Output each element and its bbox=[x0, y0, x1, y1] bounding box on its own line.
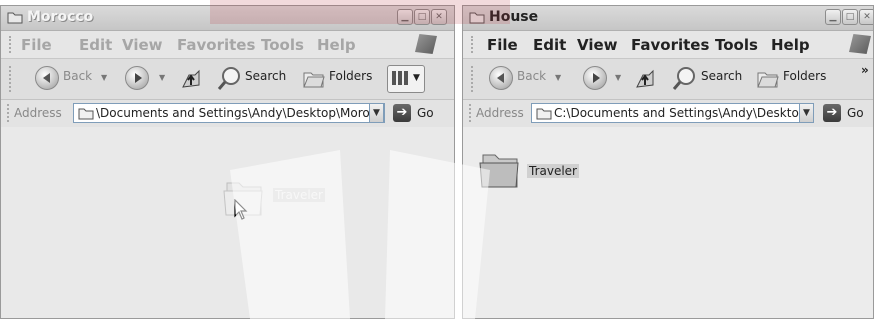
windows-logo-icon bbox=[415, 34, 437, 54]
up-folder-icon[interactable] bbox=[179, 67, 203, 91]
folders-button-label[interactable]: Folders bbox=[329, 69, 372, 83]
chevron-down-icon[interactable]: ▼ bbox=[555, 73, 561, 82]
windows-logo-icon bbox=[849, 34, 871, 54]
forward-arrow-icon[interactable] bbox=[125, 66, 149, 90]
standard-toolbar: Back ▼ ▼ Search Folders » bbox=[463, 59, 873, 100]
address-bar: Address C:\Documents and Settings\Andy\D… bbox=[463, 100, 873, 128]
back-arrow-icon[interactable] bbox=[489, 66, 513, 90]
go-arrow-icon[interactable]: ➔ bbox=[823, 104, 841, 122]
menu-file[interactable]: File bbox=[21, 36, 52, 54]
search-button-label[interactable]: Search bbox=[701, 69, 742, 83]
window-title: House bbox=[489, 9, 539, 25]
maximize-button[interactable]: □ bbox=[842, 9, 858, 25]
folder-icon bbox=[469, 12, 485, 24]
menu-view[interactable]: View bbox=[122, 36, 163, 54]
back-button-label[interactable]: Back bbox=[63, 69, 92, 83]
mouse-pointer-icon bbox=[234, 199, 248, 220]
minimize-button[interactable]: ▁ bbox=[397, 9, 413, 25]
menu-file[interactable]: File bbox=[487, 36, 518, 54]
address-dropdown-button[interactable]: ▼ bbox=[369, 103, 384, 123]
file-pane[interactable]: Traveler bbox=[463, 127, 873, 318]
folder-icon bbox=[479, 154, 519, 188]
toolbar-grip[interactable] bbox=[7, 104, 11, 122]
up-folder-icon[interactable] bbox=[633, 67, 657, 91]
menu-tools[interactable]: Tools bbox=[261, 36, 304, 54]
toolbar-grip[interactable] bbox=[471, 66, 475, 92]
menu-help[interactable]: Help bbox=[771, 36, 810, 54]
search-icon[interactable] bbox=[216, 66, 242, 92]
window-title: Morocco bbox=[27, 9, 94, 25]
address-path: C:\Documents and Settings\Andy\Desktop\H… bbox=[554, 106, 814, 120]
chevron-down-icon[interactable]: ▼ bbox=[101, 73, 107, 82]
toolbar-grip[interactable] bbox=[471, 36, 475, 53]
menu-bar: File Edit View Favorites Tools Help bbox=[463, 31, 873, 59]
folders-icon[interactable] bbox=[302, 67, 326, 89]
go-arrow-icon[interactable]: ➔ bbox=[393, 104, 411, 122]
folder-name-traveler[interactable]: Traveler bbox=[527, 164, 579, 178]
title-bar[interactable]: Morocco ▁ □ ✕ bbox=[1, 6, 454, 31]
toolbar-grip[interactable] bbox=[469, 104, 473, 122]
title-bar[interactable]: House ▁ □ ✕ bbox=[463, 6, 873, 31]
maximize-button[interactable]: □ bbox=[414, 9, 430, 25]
file-pane[interactable]: Traveler bbox=[1, 127, 454, 318]
address-path: \Documents and Settings\Andy\Desktop\Mor… bbox=[96, 106, 385, 120]
back-button-label[interactable]: Back bbox=[517, 69, 546, 83]
forward-arrow-icon[interactable] bbox=[583, 66, 607, 90]
minimize-button[interactable]: ▁ bbox=[825, 9, 841, 25]
folder-icon bbox=[536, 108, 552, 120]
folder-item-traveler[interactable] bbox=[477, 149, 523, 195]
close-button[interactable]: ✕ bbox=[859, 9, 873, 25]
menu-bar: File Edit View Favorites Tools Help bbox=[1, 31, 454, 59]
folders-icon[interactable] bbox=[756, 67, 780, 89]
window-house[interactable]: House ▁ □ ✕ File Edit View Favorites Too… bbox=[462, 5, 874, 319]
address-input[interactable]: C:\Documents and Settings\Andy\Desktop\H… bbox=[531, 103, 814, 123]
menu-edit[interactable]: Edit bbox=[79, 36, 112, 54]
menu-view[interactable]: View bbox=[577, 36, 618, 54]
toolbar-grip[interactable] bbox=[9, 66, 13, 92]
search-button-label[interactable]: Search bbox=[245, 69, 286, 83]
address-bar: Address \Documents and Settings\Andy\Des… bbox=[1, 100, 454, 128]
chevron-down-icon[interactable]: ▼ bbox=[159, 73, 165, 82]
folder-name-traveler[interactable]: Traveler bbox=[273, 188, 325, 202]
toolbar-overflow-button[interactable]: » bbox=[861, 63, 869, 77]
search-icon[interactable] bbox=[671, 66, 697, 92]
menu-favorites[interactable]: Favorites bbox=[177, 36, 255, 54]
folders-button-label[interactable]: Folders bbox=[783, 69, 826, 83]
standard-toolbar: Back ▼ ▼ Search Folders ▼ bbox=[1, 59, 454, 100]
menu-help[interactable]: Help bbox=[317, 36, 356, 54]
menu-favorites[interactable]: Favorites bbox=[631, 36, 709, 54]
go-button-label[interactable]: Go bbox=[847, 106, 864, 120]
folder-icon bbox=[7, 12, 23, 24]
address-dropdown-button[interactable]: ▼ bbox=[799, 103, 814, 123]
address-label: Address bbox=[14, 106, 62, 120]
menu-edit[interactable]: Edit bbox=[533, 36, 566, 54]
chevron-down-icon: ▼ bbox=[413, 73, 420, 83]
menu-tools[interactable]: Tools bbox=[715, 36, 758, 54]
views-icon bbox=[392, 71, 410, 85]
back-arrow-icon[interactable] bbox=[35, 66, 59, 90]
close-button[interactable]: ✕ bbox=[431, 9, 447, 25]
views-button[interactable]: ▼ bbox=[387, 65, 425, 93]
chevron-down-icon[interactable]: ▼ bbox=[615, 73, 621, 82]
address-label: Address bbox=[476, 106, 524, 120]
address-input[interactable]: \Documents and Settings\Andy\Desktop\Mor… bbox=[73, 103, 385, 123]
go-button-label[interactable]: Go bbox=[417, 106, 434, 120]
toolbar-grip[interactable] bbox=[9, 36, 13, 53]
folder-icon bbox=[78, 108, 94, 120]
window-morocco[interactable]: Morocco ▁ □ ✕ File Edit View Favorites T… bbox=[0, 5, 455, 319]
